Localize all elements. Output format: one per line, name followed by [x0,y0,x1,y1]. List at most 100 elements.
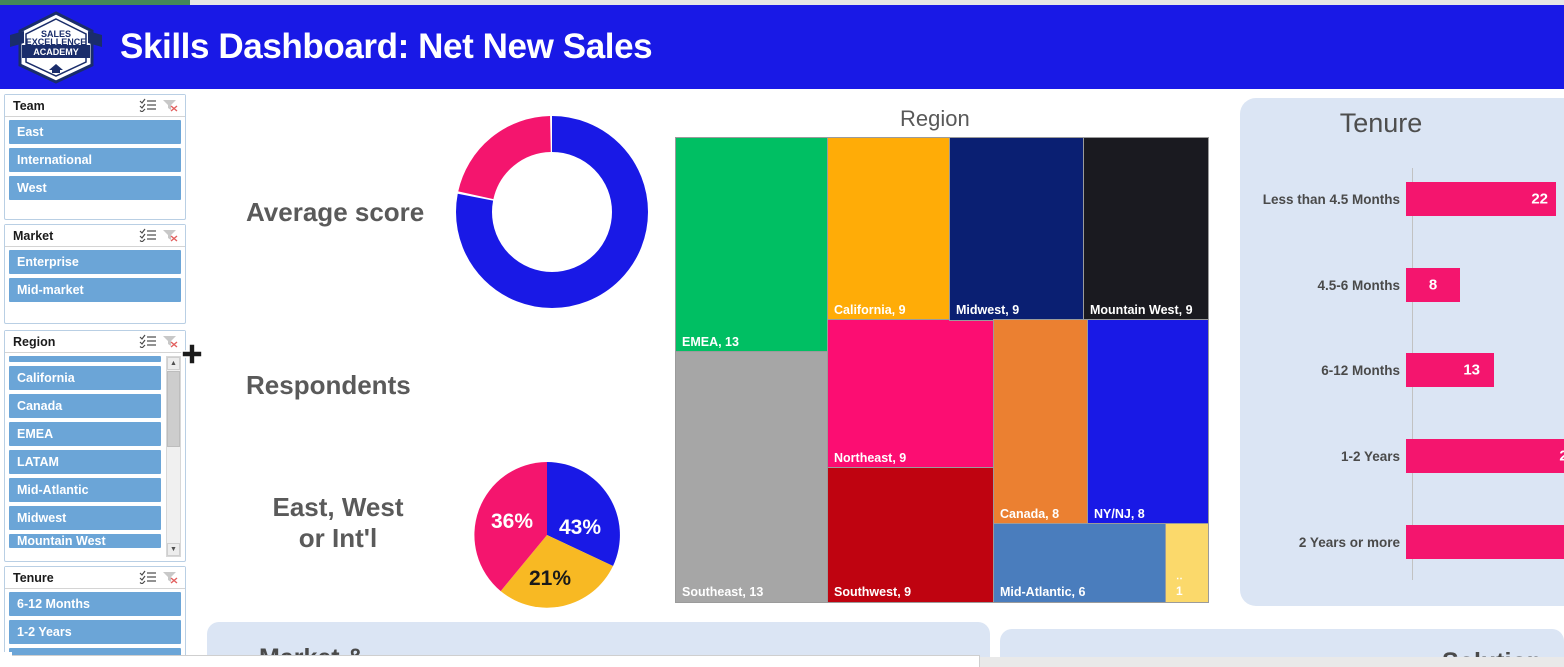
slicer-item-region-6[interactable]: Mountain West [9,534,161,548]
treemap-cell-southeast[interactable]: Southeast, 13 [675,351,829,603]
worksheet-edge [12,655,980,667]
region-treemap[interactable]: EMEA, 13 Southeast, 13 California, 9 Nor… [675,137,1209,603]
treemap-title: Region [900,106,970,131]
slicer-item-region-4[interactable]: Mid-Atlantic [9,478,161,502]
badge-line-2: EXCELLENCE [26,37,87,47]
tenure-value-3: 26 [1559,447,1564,465]
tenure-value-2: 13 [1463,361,1480,379]
slicer-item-region-5[interactable]: Midwest [9,506,161,530]
tenure-category-2: 6-12 Months [1321,362,1400,378]
clear-filter-icon[interactable] [161,98,181,114]
sales-excellence-academy-badge: SALES EXCELLENCE ACADEMY [8,9,104,85]
slicer-team[interactable]: Team East International West [4,94,186,220]
treemap-cell-emea[interactable]: EMEA, 13 [675,137,829,353]
tenure-value-0: 22 [1531,190,1548,208]
clear-filter-icon[interactable] [161,570,181,586]
tenure-row-4[interactable]: 2 Years or more [1240,525,1564,559]
treemap-label-other-truncated: ‥ [1176,571,1183,582]
slicer-market-header: Market [5,225,185,247]
tenure-row-2[interactable]: 6-12 Months 13 [1240,353,1564,387]
slicer-region-header: Region [5,331,185,353]
slicer-region-title: Region [13,334,56,349]
average-score-donut [452,112,652,312]
treemap-label-northeast: Northeast, 9 [834,451,907,465]
treemap-cell-canada[interactable]: Canada, 8 [993,319,1089,525]
treemap-cell-southwest[interactable]: Southwest, 9 [827,467,995,603]
treemap-label-ny-nj: NY/NJ, 8 [1094,507,1145,521]
slicer-market-title: Market [13,228,54,243]
slicer-team-header: Team [5,95,185,117]
slicer-item-market-1[interactable]: Mid-market [9,278,181,302]
clear-filter-icon[interactable] [161,334,181,350]
treemap-cell-other[interactable]: 1 ‥ [1165,523,1209,603]
tenure-row-3[interactable]: 1-2 Years 26 [1240,439,1564,473]
kpi-label-line-2: or Int'l [298,522,378,553]
slicer-item-team-1[interactable]: International [9,148,181,172]
slicer-tenure[interactable]: Tenure 6-12 Months 1-2 Years [4,566,186,667]
multi-select-icon[interactable] [139,334,159,350]
slicer-tenure-header: Tenure [5,567,185,589]
move-cursor-icon [181,343,203,365]
slicer-item-tenure-0[interactable]: 6-12 Months [9,592,181,616]
tenure-category-4: 2 Years or more [1298,534,1400,550]
multi-select-icon[interactable] [139,98,159,114]
slicer-item-region-2[interactable]: EMEA [9,422,161,446]
slicer-item-market-0[interactable]: Enterprise [9,250,181,274]
dashboard-root: SALES EXCELLENCE ACADEMY Skills Dashboar… [0,0,1564,667]
tenure-category-3: 1-2 Years [1340,448,1400,464]
scrollbar-thumb[interactable] [167,371,180,447]
kpi-label-respondents: Respondents [246,370,411,400]
pie-value-label-west: 36% [491,510,533,533]
scroll-up-arrow-icon[interactable]: ▲ [167,357,180,370]
dashboard-banner: SALES EXCELLENCE ACADEMY Skills Dashboar… [0,5,1564,89]
slicer-region[interactable]: Region California Canada EMEA LATAM Mid-… [4,330,186,562]
tenure-bar-4[interactable] [1406,525,1564,559]
tenure-category-0: Less than 4.5 Months [1262,191,1400,207]
treemap-cell-ny-nj[interactable]: NY/NJ, 8 [1087,319,1209,525]
slicer-item-team-0[interactable]: East [9,120,181,144]
slicer-market[interactable]: Market Enterprise Mid-market [4,224,186,324]
slicer-region-body: California Canada EMEA LATAM Mid-Atlanti… [5,353,185,561]
slicer-item-region-3[interactable]: LATAM [9,450,161,474]
worksheet-left-rail [0,652,12,667]
scroll-down-arrow-icon[interactable]: ▼ [167,543,180,556]
tenure-row-1[interactable]: 4.5-6 Months 8 [1240,268,1564,302]
tenure-bar-2[interactable]: 13 [1406,353,1494,387]
page-title: Skills Dashboard: Net New Sales [120,27,653,66]
slicer-team-title: Team [13,98,45,113]
treemap-label-midwest: Midwest, 9 [956,303,1020,317]
slicer-tenure-title: Tenure [13,570,54,585]
worksheet-edge-right [980,657,1564,667]
treemap-label-canada: Canada, 8 [1000,507,1060,521]
multi-select-icon[interactable] [139,228,159,244]
multi-select-icon[interactable] [139,570,159,586]
slicer-item-region-0[interactable]: California [9,366,161,390]
clear-filter-icon[interactable] [161,228,181,244]
tenure-bar-3[interactable]: 26 [1406,439,1564,473]
tenure-bar-0[interactable]: 22 [1406,182,1556,216]
respondents-pie: 43% 21% 36% [470,458,624,612]
tenure-bar-1[interactable]: 8 [1406,268,1460,302]
badge-line-3: ACADEMY [33,47,79,57]
treemap-cell-california[interactable]: California, 9 [827,137,951,321]
treemap-cell-mountain-west[interactable]: Mountain West, 9 [1083,137,1209,321]
slicer-item-region-partial[interactable] [9,356,161,362]
pie-value-label-intl: 21% [529,567,571,590]
treemap-label-other: 1 [1176,584,1183,598]
tenure-title: Tenure [1339,108,1423,138]
tenure-plot-area: Less than 4.5 Months 22 4.5-6 Months 8 6… [1240,160,1564,600]
treemap-label-emea: EMEA, 13 [682,335,739,349]
treemap-cell-midwest[interactable]: Midwest, 9 [949,137,1085,321]
treemap-cell-northeast[interactable]: Northeast, 9 [827,319,995,469]
slicer-item-tenure-1[interactable]: 1-2 Years [9,620,181,644]
slicer-item-team-2[interactable]: West [9,176,181,200]
treemap-label-mid-atlantic: Mid-Atlantic, 6 [1000,585,1086,599]
treemap-cell-mid-atlantic[interactable]: Mid-Atlantic, 6 [993,523,1167,603]
slicer-region-scrollbar[interactable]: ▲ ▼ [166,356,181,557]
tenure-row-0[interactable]: Less than 4.5 Months 22 [1240,182,1564,216]
treemap-label-southeast: Southeast, 13 [682,585,764,599]
pie-value-label-east: 43% [559,516,601,539]
tenure-category-1: 4.5-6 Months [1317,277,1400,293]
tenure-panel: Tenure Less than 4.5 Months 22 4.5-6 Mon… [1240,98,1564,606]
slicer-item-region-1[interactable]: Canada [9,394,161,418]
